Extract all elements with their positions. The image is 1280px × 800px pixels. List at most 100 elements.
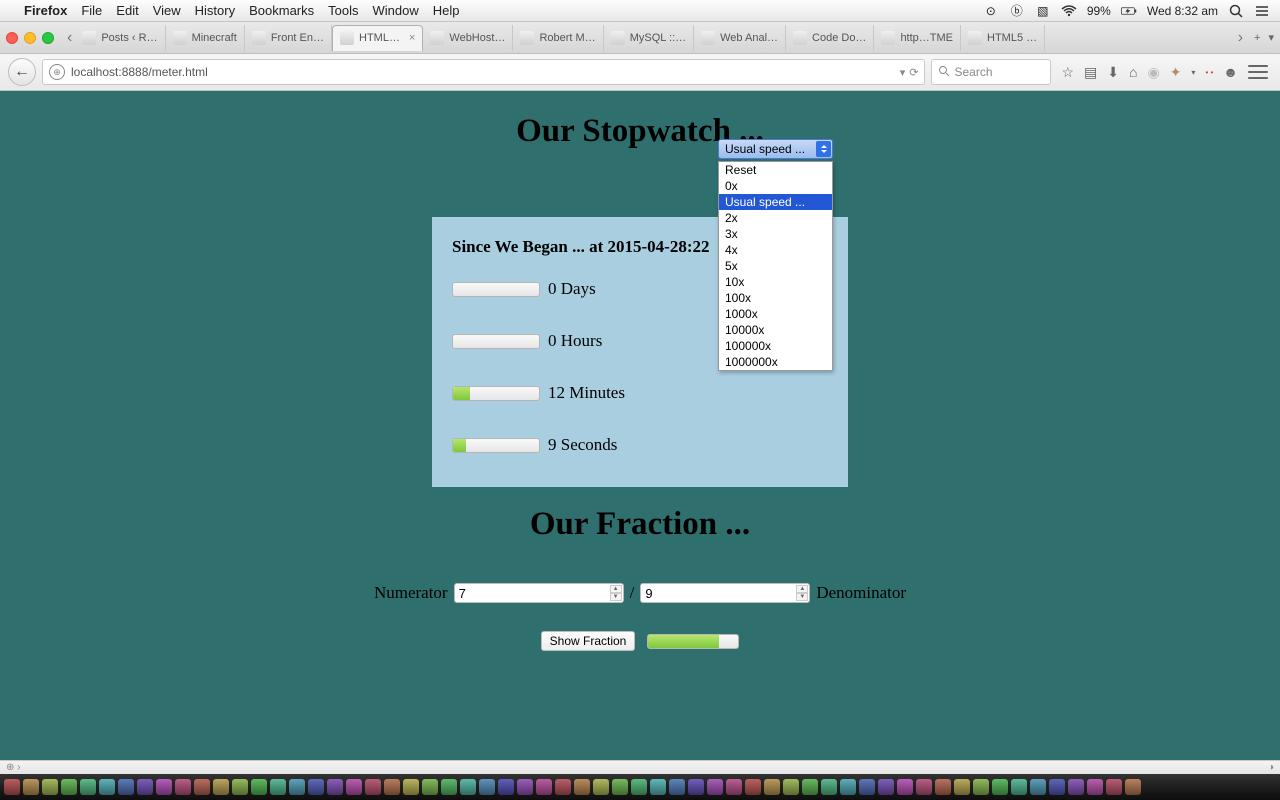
dock-app-icon[interactable]	[612, 779, 628, 795]
search-box[interactable]: Search	[931, 59, 1051, 85]
menubar-clock[interactable]: Wed 8:32 am	[1147, 4, 1218, 18]
speed-option[interactable]: 10000x	[719, 322, 832, 338]
tab-scroll-right-icon[interactable]: ›	[1235, 29, 1246, 47]
dock-app-icon[interactable]	[479, 779, 495, 795]
dock-app-icon[interactable]	[1068, 779, 1084, 795]
browser-tab[interactable]: MySQL ::…	[604, 25, 694, 51]
speed-option[interactable]: 5x	[719, 258, 832, 274]
browser-tab[interactable]: http…TME	[874, 25, 961, 51]
dock-app-icon[interactable]	[631, 779, 647, 795]
dock-app-icon[interactable]	[802, 779, 818, 795]
browser-tab[interactable]: Code Do…	[786, 25, 874, 51]
dock-app-icon[interactable]	[441, 779, 457, 795]
dock-app-icon[interactable]	[80, 779, 96, 795]
menu-edit[interactable]: Edit	[116, 3, 138, 18]
menu-extra-icon[interactable]: ⊙	[983, 3, 999, 19]
dock-app-icon[interactable]	[916, 779, 932, 795]
browser-tab[interactable]: Robert M…	[513, 25, 603, 51]
numerator-input[interactable]: 7 ▲▼	[454, 583, 624, 603]
dock-app-icon[interactable]	[593, 779, 609, 795]
reload-button[interactable]: ⟳	[909, 66, 918, 79]
window-zoom-button[interactable]	[42, 32, 54, 44]
menu-view[interactable]: View	[153, 3, 181, 18]
bookmark-star-icon[interactable]: ☆	[1061, 64, 1074, 81]
site-identity-icon[interactable]: ⊕	[49, 64, 65, 80]
new-tab-button[interactable]: +	[1254, 32, 1260, 44]
downloads-icon[interactable]: ⬇	[1107, 64, 1119, 81]
dock-app-icon[interactable]	[517, 779, 533, 795]
speed-option[interactable]: 1000x	[719, 306, 832, 322]
dock-app-icon[interactable]	[194, 779, 210, 795]
dock-app-icon[interactable]	[384, 779, 400, 795]
dock-app-icon[interactable]	[1049, 779, 1065, 795]
address-bar[interactable]: ⊕ localhost:8888/meter.html ▾ ⟳	[42, 59, 925, 85]
speed-option[interactable]: Usual speed ...	[719, 194, 832, 210]
menu-tools[interactable]: Tools	[328, 3, 358, 18]
battery-icon[interactable]	[1121, 3, 1137, 19]
step-down-icon[interactable]: ▼	[610, 593, 622, 601]
browser-tab[interactable]: HTML5 …	[961, 25, 1045, 51]
home-button[interactable]: ⌂	[1129, 64, 1137, 80]
toolbar-extra-icon[interactable]: ✦	[1170, 64, 1182, 81]
notification-center-icon[interactable]	[1254, 3, 1270, 19]
speed-option[interactable]: 1000000x	[719, 354, 832, 370]
dock-app-icon[interactable]	[897, 779, 913, 795]
browser-tab[interactable]: Web Anal…	[694, 25, 786, 51]
toolbar-dropdown-icon[interactable]: ▾	[1191, 68, 1195, 77]
dock-app-icon[interactable]	[973, 779, 989, 795]
dock-app-icon[interactable]	[99, 779, 115, 795]
dock-app-icon[interactable]	[1087, 779, 1103, 795]
dock-app-icon[interactable]	[42, 779, 58, 795]
dock-app-icon[interactable]	[707, 779, 723, 795]
browser-tab[interactable]: WebHost…	[423, 25, 513, 51]
menu-help[interactable]: Help	[433, 3, 460, 18]
dock-app-icon[interactable]	[498, 779, 514, 795]
dock-app-icon[interactable]	[61, 779, 77, 795]
reading-list-icon[interactable]: ▤	[1084, 64, 1097, 81]
statusbar-grip-icon[interactable]: ◑	[1268, 762, 1274, 773]
dock-app-icon[interactable]	[878, 779, 894, 795]
step-up-icon[interactable]: ▲	[610, 585, 622, 593]
dock-app-icon[interactable]	[403, 779, 419, 795]
dock-app-icon[interactable]	[935, 779, 951, 795]
dock-app-icon[interactable]	[821, 779, 837, 795]
spotlight-icon[interactable]	[1228, 3, 1244, 19]
speed-option[interactable]: 3x	[719, 226, 832, 242]
speed-option[interactable]: 100000x	[719, 338, 832, 354]
speed-option[interactable]: 4x	[719, 242, 832, 258]
show-fraction-button[interactable]: Show Fraction	[541, 631, 636, 651]
dock-app-icon[interactable]	[23, 779, 39, 795]
dock-app-icon[interactable]	[669, 779, 685, 795]
dock-app-icon[interactable]	[745, 779, 761, 795]
tab-list-button[interactable]: ▾	[1268, 31, 1274, 44]
browser-tab[interactable]: Front En…	[245, 25, 332, 51]
step-down-icon[interactable]: ▼	[796, 593, 808, 601]
dock-app-icon[interactable]	[422, 779, 438, 795]
dock-app-icon[interactable]	[232, 779, 248, 795]
dock-app-icon[interactable]	[4, 779, 20, 795]
dock-app-icon[interactable]	[536, 779, 552, 795]
dock-app-icon[interactable]	[1106, 779, 1122, 795]
tab-scroll-left-icon[interactable]: ‹	[64, 29, 75, 47]
browser-tab[interactable]: Minecraft	[166, 25, 245, 51]
dock-app-icon[interactable]	[1030, 779, 1046, 795]
dock-app-icon[interactable]	[840, 779, 856, 795]
speed-select[interactable]: Usual speed ...	[718, 139, 833, 159]
dock-app-icon[interactable]	[289, 779, 305, 795]
dock-app-icon[interactable]	[726, 779, 742, 795]
menu-history[interactable]: History	[195, 3, 235, 18]
menu-window[interactable]: Window	[373, 3, 419, 18]
toolbar-extra-icon[interactable]: ☻	[1223, 64, 1238, 80]
window-close-button[interactable]	[6, 32, 18, 44]
browser-tab[interactable]: HTML…×	[332, 25, 423, 51]
dock-app-icon[interactable]	[574, 779, 590, 795]
wifi-icon[interactable]	[1061, 3, 1077, 19]
dock-app-icon[interactable]	[213, 779, 229, 795]
denominator-input[interactable]: 9 ▲▼	[640, 583, 810, 603]
toolbar-extra-icon[interactable]: • •	[1205, 68, 1213, 77]
dock-app-icon[interactable]	[251, 779, 267, 795]
dock-app-icon[interactable]	[650, 779, 666, 795]
dock-app-icon[interactable]	[688, 779, 704, 795]
dock-app-icon[interactable]	[1125, 779, 1141, 795]
dock-app-icon[interactable]	[175, 779, 191, 795]
